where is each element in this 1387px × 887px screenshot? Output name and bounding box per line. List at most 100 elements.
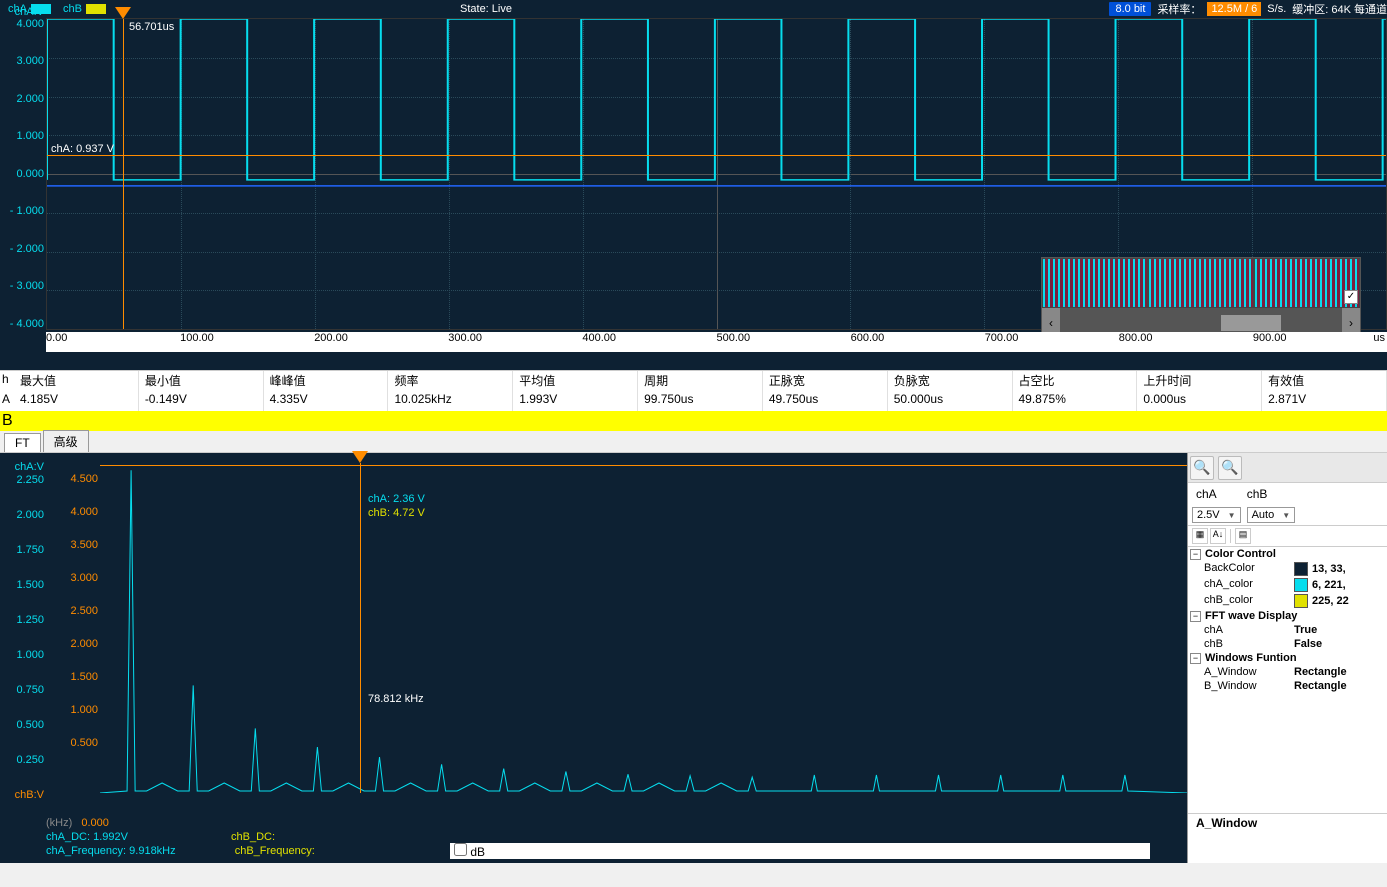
prop-key: chB xyxy=(1204,638,1294,650)
scroll-thumb[interactable] xyxy=(1221,315,1281,331)
y-tick: - 2.000 xyxy=(0,243,44,255)
zoom-out-icon[interactable]: 🔍 xyxy=(1218,456,1242,480)
val-duty: 49.875% xyxy=(1013,391,1138,411)
sample-rate-label: 采样率： xyxy=(1157,1,1201,17)
tab-advanced[interactable]: 高级 xyxy=(43,430,89,452)
x-tick: 400.00 xyxy=(582,332,616,344)
zoom-in-icon[interactable]: 🔍 xyxy=(1190,456,1214,480)
waveform-panel: chA chB State: Live 8.0 bit 采样率： 12.5M /… xyxy=(0,0,1387,370)
channel-b-label: chB xyxy=(63,3,82,15)
collapse-icon[interactable]: − xyxy=(1190,653,1201,664)
fft-chb-dc: chB_DC: xyxy=(231,831,275,843)
prop-val: Rectangle xyxy=(1294,666,1385,678)
fft-y-tick-b: 4.500 xyxy=(54,473,98,485)
fft-y-axis-left: chA:V 2.250 2.000 1.750 1.500 1.250 1.00… xyxy=(0,463,46,813)
chb-scale-value: Auto xyxy=(1252,509,1275,521)
fft-plot[interactable]: chA: 2.36 V chB: 4.72 V 78.812 kHz xyxy=(100,463,1187,793)
prop-key: chA xyxy=(1204,624,1294,636)
col-pos-width: 正脉宽 xyxy=(763,371,888,391)
bottom-tab-bar: FT 高级 xyxy=(0,431,1387,453)
cha-col-label: chA xyxy=(1196,487,1217,501)
chb-scale-dropdown[interactable]: Auto ▼ xyxy=(1247,507,1296,523)
fft-svg xyxy=(100,463,1187,793)
fft-y-tick-b: 2.000 xyxy=(54,638,98,650)
col-min: 最小值 xyxy=(139,371,264,391)
time-cursor-marker-icon[interactable] xyxy=(115,7,131,19)
voltage-cursor-line[interactable] xyxy=(47,155,1386,156)
val-period: 99.750us xyxy=(638,391,763,411)
fft-y-tick: 1.750 xyxy=(0,544,44,556)
val-max: 4.185V xyxy=(14,391,139,411)
waveform-y-axis: chA:V 4.000 3.000 2.000 1.000 0.000 - 1.… xyxy=(0,18,46,330)
buffer-label: 缓冲区: 64K 每通道 xyxy=(1292,1,1387,17)
color-swatch xyxy=(1294,594,1308,608)
fft-y-tick: 0.250 xyxy=(0,754,44,766)
col-duty: 占空比 xyxy=(1013,371,1138,391)
cha-scale-dropdown[interactable]: 2.5V ▼ xyxy=(1192,507,1241,523)
prop-b-window[interactable]: B_Window Rectangle xyxy=(1188,679,1387,693)
fft-y-tick-b: 2.500 xyxy=(54,605,98,617)
waveform-overview[interactable]: ✓ ‹ › xyxy=(1041,257,1361,337)
waveform-top-bar: chA chB State: Live 8.0 bit 采样率： 12.5M /… xyxy=(0,0,1387,18)
bit-depth-badge: 8.0 bit xyxy=(1109,2,1151,16)
prop-key: chA_color xyxy=(1204,578,1294,592)
prop-display-chb[interactable]: chB False xyxy=(1188,637,1387,651)
sample-rate-value: 12.5M / 6 xyxy=(1207,2,1261,16)
prop-chb-color[interactable]: chB_color 225, 22 xyxy=(1188,593,1387,609)
fft-cursor-chb-label: chB: 4.72 V xyxy=(368,507,425,519)
x-tick: 800.00 xyxy=(1119,332,1153,344)
col-avg: 平均值 xyxy=(513,371,638,391)
prop-val: False xyxy=(1294,638,1385,650)
prop-val: True xyxy=(1294,624,1385,636)
y-tick: - 1.000 xyxy=(0,205,44,217)
fft-y-tick-b: 3.500 xyxy=(54,539,98,551)
fft-y-tick: 1.000 xyxy=(0,649,44,661)
fft-y-tick: 0.750 xyxy=(0,684,44,696)
prop-backcolor[interactable]: BackColor 13, 33, xyxy=(1188,561,1387,577)
section-title: Color Control xyxy=(1205,548,1276,560)
y-tick: - 4.000 xyxy=(0,318,44,330)
y-tick: 3.000 xyxy=(0,55,44,67)
prop-val: Rectangle xyxy=(1294,680,1385,692)
prop-a-window[interactable]: A_Window Rectangle xyxy=(1188,665,1387,679)
measurement-table: h 最大值 最小值 峰峰值 频率 平均值 周期 正脉宽 负脉宽 占空比 上升时间… xyxy=(0,370,1387,431)
y-tick: 1.000 xyxy=(0,130,44,142)
fft-cha-freq: chA_Frequency: 9.918kHz xyxy=(46,845,176,857)
col-period: 周期 xyxy=(638,371,763,391)
channel-scale-dropdowns: 2.5V ▼ Auto ▼ xyxy=(1188,505,1387,525)
section-title: FFT wave Display xyxy=(1205,610,1297,622)
collapse-icon[interactable]: − xyxy=(1190,549,1201,560)
x-tick: 100.00 xyxy=(180,332,214,344)
db-checkbox[interactable] xyxy=(454,843,467,856)
collapse-icon[interactable]: − xyxy=(1190,611,1201,622)
sort-az-icon[interactable]: A↓ xyxy=(1210,528,1226,544)
waveform-plot[interactable]: 56.701us chA: 0.937 V ✓ ‹ › xyxy=(46,18,1387,330)
fft-y-label-a: chA:V xyxy=(0,461,44,473)
prop-display-cha[interactable]: chA True xyxy=(1188,623,1387,637)
x-tick: 0.00 xyxy=(46,332,67,344)
x-tick: 700.00 xyxy=(985,332,1019,344)
section-color-control[interactable]: − Color Control xyxy=(1188,547,1387,561)
val-min: -0.149V xyxy=(139,391,264,411)
val-pos-width: 49.750us xyxy=(763,391,888,411)
fft-plot-area[interactable]: chA:V 2.250 2.000 1.750 1.500 1.250 1.00… xyxy=(0,453,1187,863)
overview-thumbnails xyxy=(1042,258,1360,308)
time-cursor-line[interactable] xyxy=(123,19,124,329)
tab-fft[interactable]: FT xyxy=(4,433,41,452)
channel-b-swatch xyxy=(86,4,106,14)
section-window-function[interactable]: − Windows Funtion xyxy=(1188,651,1387,665)
y-tick: 2.000 xyxy=(0,93,44,105)
property-pages-icon[interactable]: ▤ xyxy=(1235,528,1251,544)
section-fft-display[interactable]: − FFT wave Display xyxy=(1188,609,1387,623)
fft-cha-dc: chA_DC: 1.992V xyxy=(46,831,128,843)
fft-cursor-marker-icon[interactable] xyxy=(352,451,368,463)
overview-checkbox[interactable]: ✓ xyxy=(1344,290,1358,304)
fft-y-tick-b: 1.500 xyxy=(54,671,98,683)
y-axis-label: chA:V xyxy=(0,6,44,18)
fft-info-footer: (kHz) 0.000 chA_DC: 1.992V chB_DC: chA_F… xyxy=(46,817,315,859)
prop-cha-color[interactable]: chA_color 6, 221, xyxy=(1188,577,1387,593)
row-a-label: A xyxy=(0,391,14,411)
fft-freq-cursor[interactable] xyxy=(360,463,361,793)
fft-amp-cursor[interactable] xyxy=(100,465,1187,466)
categorize-icon[interactable]: ▦ xyxy=(1192,528,1208,544)
